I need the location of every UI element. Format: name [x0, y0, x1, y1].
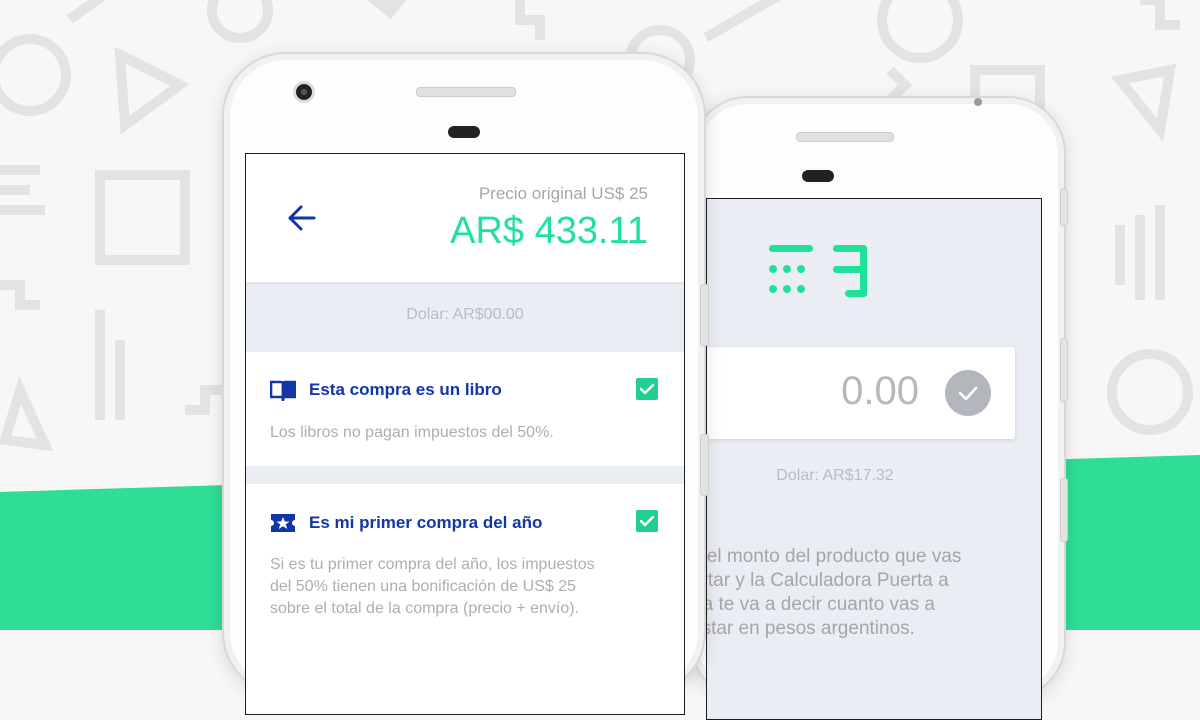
arrow-left-icon[interactable]	[286, 202, 318, 234]
phone-speaker	[416, 87, 516, 97]
power-button	[1060, 338, 1068, 402]
option-card-book[interactable]: Esta compra es un libro Los libros no pa…	[246, 352, 684, 466]
calculadora-puerta-logo-icon	[769, 245, 867, 297]
back-phone: 0.00 Dolar: AR$17.32 a el monto del prod…	[690, 96, 1068, 720]
phone-dot	[974, 98, 982, 106]
converted-price: AR$ 433.11	[450, 210, 648, 252]
instruction-line: ortar y la Calculadora Puerta a	[706, 570, 949, 591]
description-line: sobre el total de la compra (precio + en…	[270, 600, 580, 617]
original-price: Precio original US$ 25	[478, 184, 648, 203]
phone-sensor	[448, 126, 480, 138]
instruction-line: rta te va a decir cuanto vas a	[706, 594, 935, 615]
check-icon	[958, 386, 978, 401]
first-purchase-checkbox[interactable]	[636, 510, 658, 532]
dolar-rate-front: Dolar: AR$00.00	[406, 306, 524, 323]
amount-input-value[interactable]: 0.00	[841, 369, 919, 414]
confirm-button[interactable]	[945, 370, 991, 416]
side-button	[1060, 478, 1068, 542]
instruction-line: a el monto del producto que vas	[706, 546, 962, 567]
ticket-star-icon	[271, 514, 295, 532]
option-title: Es mi primer compra del año	[309, 513, 543, 532]
check-icon	[639, 515, 655, 527]
instructions-text: a el monto del producto que vas ortar y …	[706, 545, 991, 641]
volume-button	[700, 434, 709, 496]
option-description: Si es tu primer compra del año, los impu…	[270, 554, 670, 620]
description-line: Si es tu primer compra del año, los impu…	[270, 556, 595, 573]
description-line: del 50% tienen una bonificación de US$ 2…	[270, 578, 576, 595]
option-card-first-purchase[interactable]: Es mi primer compra del año Si es tu pri…	[246, 484, 684, 714]
volume-button	[1060, 188, 1068, 226]
price-header: Precio original US$ 25 AR$ 433.11	[246, 154, 684, 282]
dolar-rate-back: Dolar: AR$17.32	[776, 467, 894, 484]
phone-sensor	[802, 170, 834, 182]
back-phone-screen: 0.00 Dolar: AR$17.32 a el monto del prod…	[706, 198, 1042, 720]
option-description: Los libros no pagan impuestos del 50%.	[270, 424, 554, 441]
open-book-icon	[270, 380, 296, 401]
front-camera	[296, 84, 312, 100]
check-icon	[639, 383, 655, 395]
power-button	[700, 284, 709, 346]
instruction-line: astar en pesos argentinos.	[706, 618, 915, 639]
phone-speaker	[796, 132, 894, 142]
amount-input-card[interactable]: 0.00	[707, 347, 1015, 439]
front-phone: Precio original US$ 25 AR$ 433.11 Dolar:…	[222, 52, 709, 715]
front-phone-screen: Precio original US$ 25 AR$ 433.11 Dolar:…	[245, 153, 685, 715]
book-checkbox[interactable]	[636, 378, 658, 400]
option-title: Esta compra es un libro	[309, 380, 502, 399]
